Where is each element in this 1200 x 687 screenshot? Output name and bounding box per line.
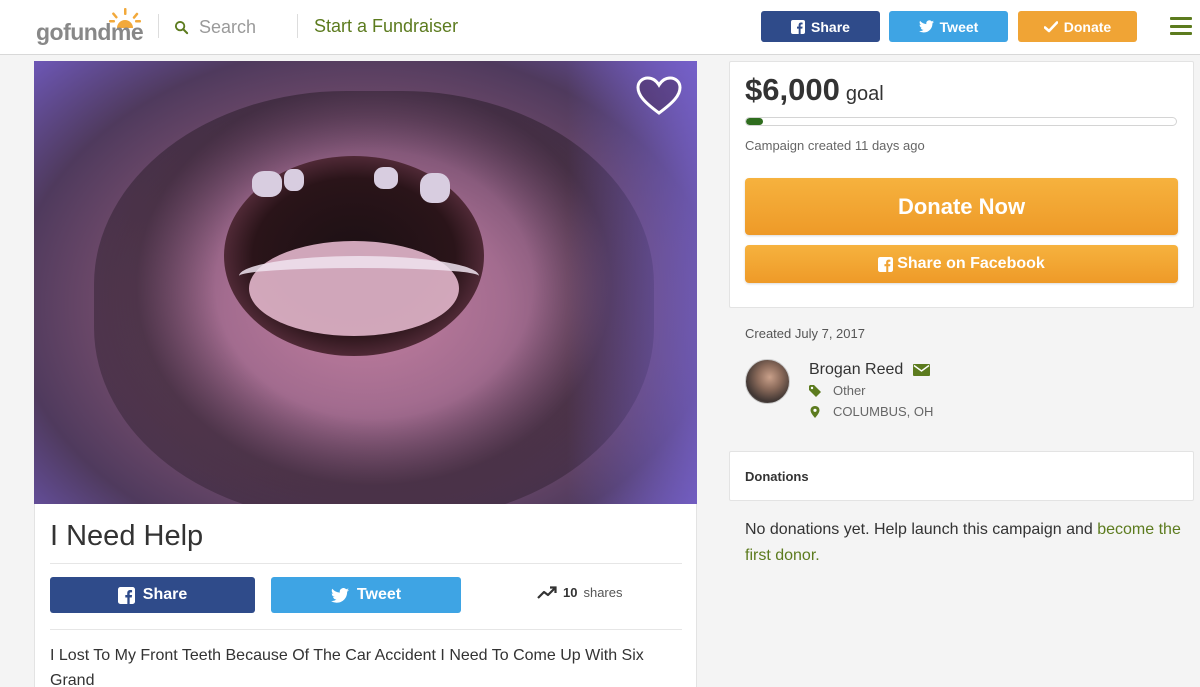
progress-bar [745,117,1177,126]
facebook-icon [791,19,806,34]
logo-text: gofundme [36,19,144,45]
avatar[interactable] [745,359,790,404]
header-divider [297,14,298,38]
facebook-icon [878,256,894,272]
category[interactable]: Other [833,383,866,398]
start-fundraiser-link[interactable]: Start a Fundraiser [314,16,458,37]
campaign-photo [34,61,697,504]
check-icon [1043,20,1058,32]
campaign-created-ago: Campaign created 11 days ago [745,138,925,153]
top-header: gofundme Search Start a Fundraiser Share… [0,0,1200,55]
header-donate-label: Donate [1063,18,1112,35]
shares-label: shares [583,585,623,600]
header-donate-button[interactable]: Donate [1018,11,1137,42]
donate-now-button[interactable]: Donate Now [745,178,1178,235]
divider [50,563,682,564]
shares-count: 10 [563,585,578,600]
organizer-name[interactable]: Brogan Reed [809,361,903,379]
location-row: COLUMBUS, OH [809,404,933,419]
donations-text: No donations yet. Help launch this campa… [745,521,1093,538]
trending-icon [537,586,557,599]
search-box[interactable]: Search [174,16,256,38]
header-share-label: Share [811,18,850,35]
header-share-button[interactable]: Share [761,11,880,42]
heart-icon[interactable] [636,76,682,116]
header-tweet-button[interactable]: Tweet [889,11,1008,42]
progress-fill [746,118,764,125]
envelope-icon[interactable] [913,364,931,376]
map-pin-icon [810,405,820,418]
campaign-tweet-button[interactable]: Tweet [271,577,461,613]
twitter-icon [330,587,349,603]
location: COLUMBUS, OH [833,404,934,419]
category-row: Other [809,383,866,398]
campaign-story: I Lost To My Front Teeth Because Of The … [50,647,644,687]
tag-icon [809,384,821,397]
shares-counter: 10 shares [537,585,623,600]
twitter-icon [918,20,934,33]
facebook-icon [117,586,135,604]
search-icon [174,20,189,34]
campaign-share-button[interactable]: Share [50,577,255,613]
header-divider [158,14,159,38]
campaign-tweet-label: Tweet [356,586,402,603]
share-on-facebook-button[interactable]: Share on Facebook [745,245,1178,283]
gofundme-logo[interactable]: gofundme [36,8,144,45]
campaign-title: I Need Help [50,520,204,552]
search-input[interactable]: Search [199,17,256,38]
divider [50,629,682,630]
header-tweet-label: Tweet [939,18,979,35]
goal-amount: $6,000 [745,72,840,107]
menu-icon[interactable] [1170,17,1192,35]
donations-title: Donations [745,469,809,484]
share-on-facebook-label: Share on Facebook [897,255,1045,272]
goal-label: goal [845,83,884,105]
campaign-share-label: Share [142,586,188,603]
created-date: Created July 7, 2017 [745,326,865,341]
donations-message: No donations yet. Help launch this campa… [745,517,1185,569]
goal-heading: $6,000 goal [745,72,884,108]
organizer: Brogan Reed [809,361,931,379]
